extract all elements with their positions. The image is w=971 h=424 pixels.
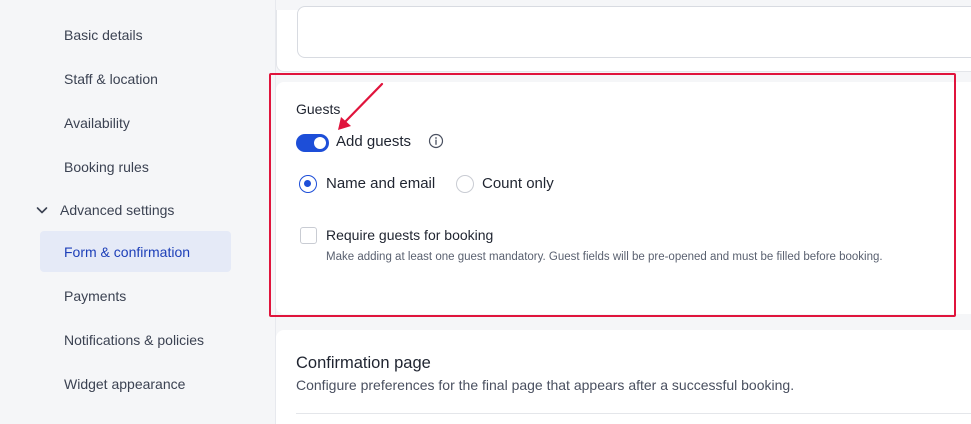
sidebar-item-widget-appearance[interactable]: Widget appearance [64, 374, 185, 394]
settings-sidebar: Basic details Staff & location Availabil… [0, 0, 276, 424]
radio-count-only[interactable] [456, 175, 474, 193]
previous-section-card [276, 6, 971, 72]
add-guests-label: Add guests [336, 133, 412, 150]
radio-label-count-only[interactable]: Count only [482, 175, 554, 193]
sidebar-item-notifications-policies[interactable]: Notifications & policies [64, 330, 204, 350]
confirmation-page-title: Confirmation page [296, 354, 431, 372]
guests-section-card [276, 82, 971, 314]
toggle-knob [314, 137, 326, 149]
sidebar-item-basic-details[interactable]: Basic details [64, 25, 143, 45]
sidebar-item-booking-rules[interactable]: Booking rules [64, 157, 149, 177]
divider [296, 413, 971, 414]
previous-text-field[interactable] [297, 6, 971, 58]
radio-label-name-and-email[interactable]: Name and email [326, 175, 435, 193]
require-guests-label[interactable]: Require guests for booking [326, 226, 493, 244]
sidebar-item-advanced-settings[interactable]: Advanced settings [34, 200, 174, 220]
sidebar-item-form-confirmation[interactable]: Form & confirmation [40, 231, 231, 272]
sidebar-item-label: Form & confirmation [64, 244, 191, 260]
add-guests-toggle[interactable] [296, 134, 329, 152]
sidebar-item-payments[interactable]: Payments [64, 286, 126, 306]
sidebar-item-availability[interactable]: Availability [64, 113, 130, 133]
sidebar-item-staff-location[interactable]: Staff & location [64, 69, 158, 89]
guests-section-title: Guests [296, 101, 341, 117]
info-icon[interactable] [428, 133, 444, 149]
sidebar-item-label: Advanced settings [60, 202, 175, 218]
confirmation-page-description: Configure preferences for the final page… [296, 377, 795, 393]
require-guests-help-text: Make adding at least one guest mandatory… [326, 251, 883, 263]
require-guests-checkbox[interactable] [300, 227, 317, 244]
chevron-down-icon [36, 207, 48, 214]
radio-name-and-email[interactable] [299, 175, 317, 193]
